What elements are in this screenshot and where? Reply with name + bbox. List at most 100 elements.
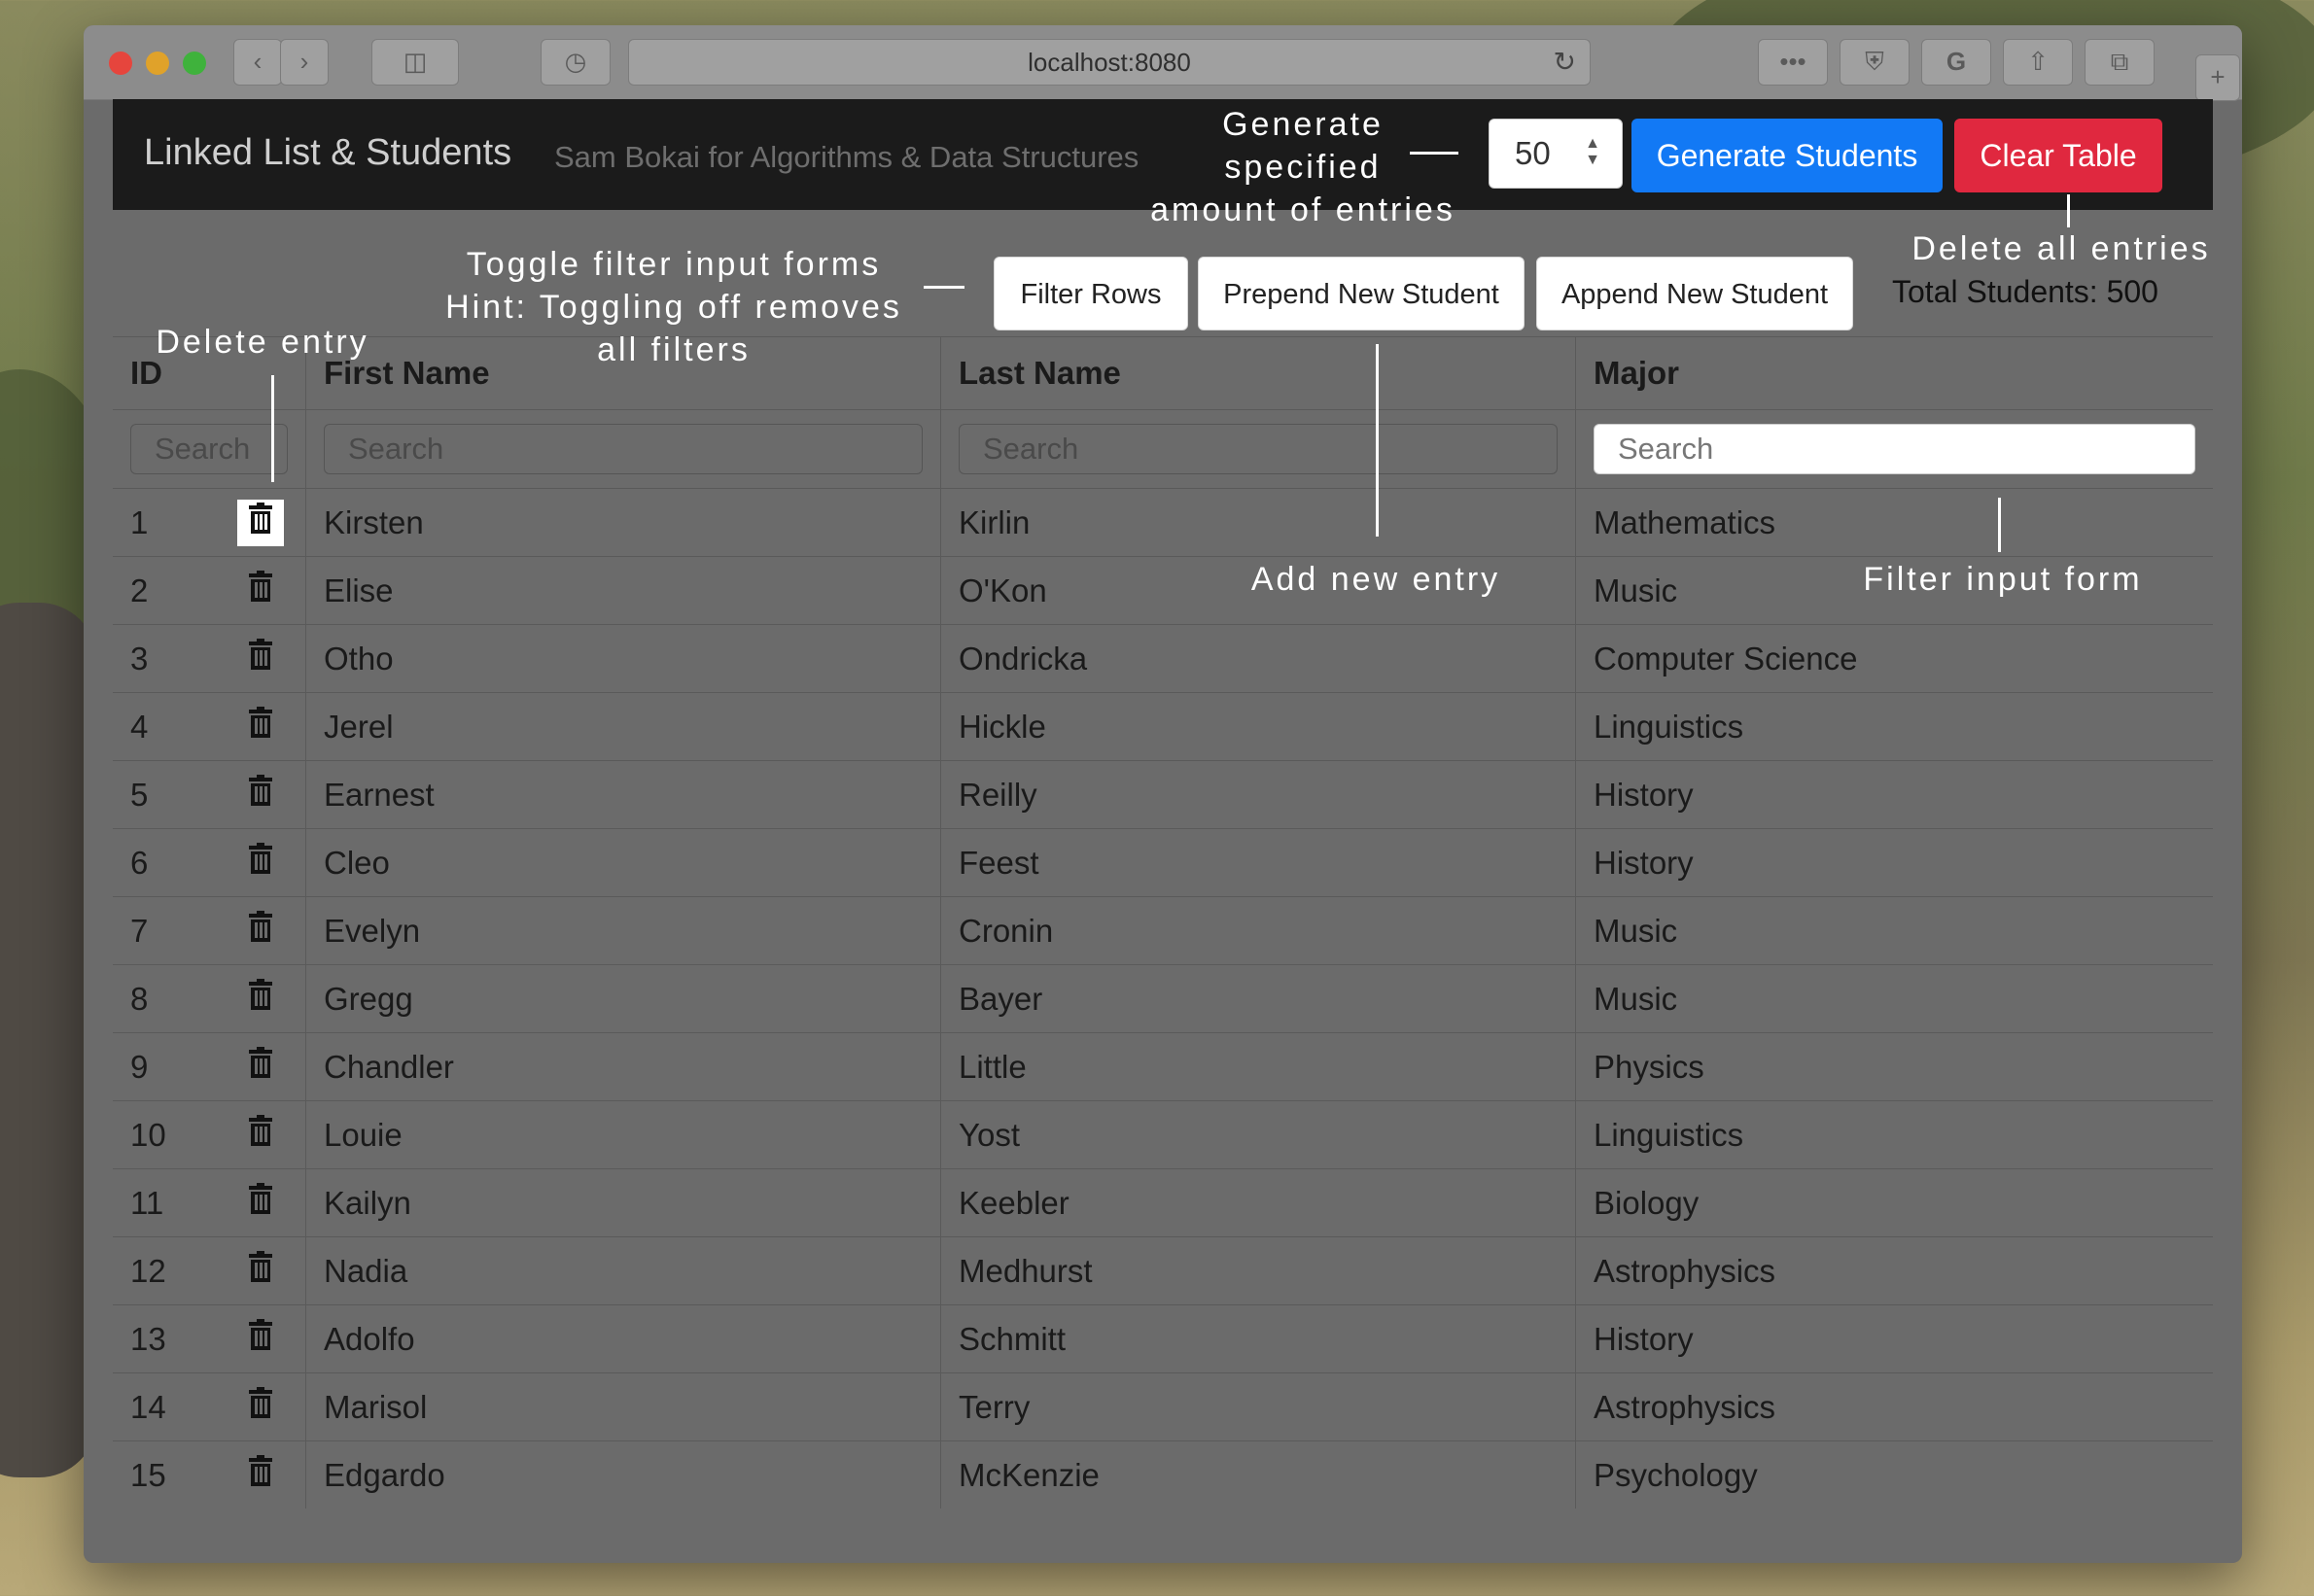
- trash-icon[interactable]: [237, 1248, 284, 1295]
- annotation-toggle-line-2: Hint: Toggling off removes: [445, 289, 902, 326]
- trash-icon[interactable]: [237, 1452, 284, 1499]
- annotation-delete-all-pointer: [2067, 194, 2070, 227]
- last-name-cell: Keebler: [940, 1168, 1576, 1237]
- trash-icon[interactable]: [237, 840, 284, 886]
- last-name-cell: Kirlin: [940, 488, 1576, 557]
- first-name-cell: Otho: [305, 624, 941, 693]
- major-cell: Psychology: [1575, 1440, 2213, 1509]
- generate-students-button[interactable]: Generate Students: [1631, 119, 1943, 192]
- shield-icon[interactable]: ⛨: [1840, 39, 1910, 86]
- tabs-icon[interactable]: ⧉: [2085, 39, 2155, 86]
- trash-icon[interactable]: [237, 1180, 284, 1227]
- id-cell: 15: [113, 1440, 306, 1509]
- header-last-name[interactable]: Last Name: [940, 336, 1576, 410]
- row-id: 2: [130, 572, 149, 608]
- history-icon[interactable]: ◷: [541, 39, 611, 86]
- id-cell: 9: [113, 1032, 306, 1101]
- table-row: 15 Edgardo McKenzie Psychology: [113, 1440, 2213, 1509]
- last-name-cell: Little: [940, 1032, 1576, 1101]
- id-cell: 10: [113, 1100, 306, 1169]
- header-major[interactable]: Major: [1575, 336, 2213, 410]
- extension-dots-icon[interactable]: •••: [1758, 39, 1828, 86]
- first-name-cell: Earnest: [305, 760, 941, 829]
- trash-icon[interactable]: [237, 1044, 284, 1091]
- id-cell: 6: [113, 828, 306, 897]
- last-name-cell: Ondricka: [940, 624, 1576, 693]
- search-id-input[interactable]: Search: [130, 424, 288, 474]
- append-student-button[interactable]: Append New Student: [1536, 257, 1853, 330]
- annotation-generate-pointer: [1410, 152, 1458, 155]
- last-name-cell: Schmitt: [940, 1304, 1576, 1373]
- trash-icon[interactable]: [237, 568, 284, 614]
- id-cell: 1: [113, 488, 306, 557]
- annotation-filter-form: Filter input form: [1863, 561, 2143, 598]
- trash-icon[interactable]: [237, 908, 284, 954]
- major-cell: Linguistics: [1575, 1100, 2213, 1169]
- trash-icon[interactable]: [237, 636, 284, 682]
- table-row: 7 Evelyn Cronin Music: [113, 896, 2213, 965]
- row-id: 13: [130, 1320, 166, 1357]
- background-elephant: [0, 603, 97, 1477]
- trash-icon[interactable]: [237, 499, 284, 546]
- major-cell: Computer Science: [1575, 624, 2213, 693]
- row-id: 14: [130, 1388, 166, 1425]
- first-name-cell: Evelyn: [305, 896, 941, 965]
- student-count-value: 50: [1515, 135, 1551, 171]
- forward-button[interactable]: ›: [280, 39, 329, 86]
- table-row: 8 Gregg Bayer Music: [113, 964, 2213, 1033]
- search-first-name-input[interactable]: Search: [324, 424, 923, 474]
- trash-icon[interactable]: [237, 976, 284, 1023]
- row-id: 4: [130, 708, 149, 745]
- major-cell: Music: [1575, 964, 2213, 1033]
- annotation-delete-entry-pointer: [271, 375, 274, 482]
- annotation-toggle: Toggle filter input forms Hint: Toggling…: [408, 243, 939, 371]
- table-row: 1 Kirsten Kirlin Mathematics: [113, 488, 2213, 557]
- close-window-button[interactable]: [109, 52, 132, 75]
- id-cell: 7: [113, 896, 306, 965]
- major-cell: Biology: [1575, 1168, 2213, 1237]
- annotation-add-entry-pointer: [1376, 344, 1379, 537]
- trash-icon[interactable]: [237, 1112, 284, 1159]
- student-count-input[interactable]: 50 ▲ ▼: [1489, 119, 1623, 189]
- annotation-toggle-line-3: all filters: [597, 331, 751, 368]
- first-name-cell: Edgardo: [305, 1440, 941, 1509]
- stepper-icon[interactable]: ▲ ▼: [1585, 135, 1600, 168]
- major-cell: Astrophysics: [1575, 1372, 2213, 1441]
- browser-titlebar: ‹ › ◫ ◷ localhost:8080 ↻ ••• ⛨ G ⇧ ⧉ +: [84, 25, 2242, 101]
- zoom-window-button[interactable]: [183, 52, 206, 75]
- first-name-cell: Kirsten: [305, 488, 941, 557]
- annotation-toggle-line-1: Toggle filter input forms: [466, 246, 882, 283]
- filter-rows-button[interactable]: Filter Rows: [994, 257, 1188, 330]
- brand-title[interactable]: Linked List & Students: [144, 132, 511, 174]
- row-id: 7: [130, 912, 149, 949]
- row-id: 5: [130, 776, 149, 813]
- trash-icon[interactable]: [237, 704, 284, 750]
- table-row: 3 Otho Ondricka Computer Science: [113, 624, 2213, 693]
- share-icon[interactable]: ⇧: [2003, 39, 2073, 86]
- prepend-student-button[interactable]: Prepend New Student: [1198, 257, 1525, 330]
- trash-icon[interactable]: [237, 1384, 284, 1431]
- trash-icon[interactable]: [237, 772, 284, 818]
- table-row: 12 Nadia Medhurst Astrophysics: [113, 1236, 2213, 1305]
- minimize-window-button[interactable]: [146, 52, 169, 75]
- id-cell: 3: [113, 624, 306, 693]
- trash-icon[interactable]: [237, 1316, 284, 1363]
- major-cell: Linguistics: [1575, 692, 2213, 761]
- reload-icon[interactable]: ↻: [1554, 40, 1576, 85]
- back-button[interactable]: ‹: [233, 39, 282, 86]
- major-cell: Astrophysics: [1575, 1236, 2213, 1305]
- annotation-generate: Generate specified amount of entries: [1128, 103, 1478, 231]
- new-tab-icon[interactable]: +: [2195, 54, 2240, 101]
- annotation-generate-line-1: Generate: [1222, 106, 1384, 143]
- clear-table-button[interactable]: Clear Table: [1954, 119, 2162, 192]
- table-row: 10 Louie Yost Linguistics: [113, 1100, 2213, 1169]
- address-bar[interactable]: localhost:8080 ↻: [628, 39, 1591, 86]
- table-row: 5 Earnest Reilly History: [113, 760, 2213, 829]
- google-icon[interactable]: G: [1921, 39, 1991, 86]
- students-table: ID First Name Last Name Major Search Sea…: [113, 336, 2213, 1509]
- search-last-name-input[interactable]: Search: [959, 424, 1558, 474]
- sidebar-toggle-icon[interactable]: ◫: [371, 39, 459, 86]
- search-major-input[interactable]: Search: [1594, 424, 2195, 474]
- id-cell: 14: [113, 1372, 306, 1441]
- last-name-cell: McKenzie: [940, 1440, 1576, 1509]
